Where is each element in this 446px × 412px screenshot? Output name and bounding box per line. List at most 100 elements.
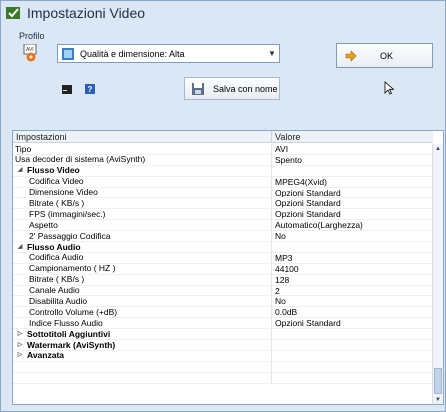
property-name-cell: Disabilita Audio xyxy=(13,296,272,307)
grid-category-row[interactable]: ▷ Sottotitoli Aggiuntivi xyxy=(13,329,433,341)
grid-property-row[interactable] xyxy=(13,361,433,373)
grid-category-row[interactable]: ◢ Flusso Audio xyxy=(13,242,433,253)
property-name-cell: Indice Flusso Audio xyxy=(13,318,272,329)
save-as-label: Salva con nome xyxy=(213,83,278,94)
grid-category-row[interactable]: ▷ Watermark (AviSynth) xyxy=(13,340,433,351)
property-name-cell: Dimensione Video xyxy=(13,187,272,198)
grid-property-row[interactable]: FPS (immagini/sec.) Opzioni Standard xyxy=(13,209,433,221)
expand-triangle-icon[interactable]: ▷ xyxy=(13,340,27,350)
profile-label: Profilo xyxy=(19,31,45,41)
scroll-down-icon[interactable]: ▼ xyxy=(433,395,443,404)
grid-property-row[interactable]: Aspetto Automatico(Larghezza) xyxy=(13,220,433,232)
property-name: Bitrate ( KB/s ) xyxy=(29,274,85,285)
grid-header: Impostazioni Valore xyxy=(13,131,433,143)
property-name: Avanzata xyxy=(27,350,65,361)
grid-property-row[interactable] xyxy=(13,372,433,384)
property-name-cell: Controllo Volume (+dB) xyxy=(13,307,272,318)
property-value[interactable]: 44100 xyxy=(272,264,433,274)
help-icon[interactable]: ? xyxy=(85,84,95,94)
ok-button[interactable]: OK xyxy=(336,43,433,68)
grid-property-row[interactable]: Indice Flusso Audio Opzioni Standard xyxy=(13,318,433,330)
property-value[interactable]: AVI xyxy=(272,144,433,154)
grid-property-row[interactable]: Codifica Video MPEG4(Xvid) xyxy=(13,176,433,188)
property-name: 2' Passaggio Codifica xyxy=(29,231,111,241)
property-name-cell: ◢ Flusso Video xyxy=(13,165,272,176)
property-value[interactable]: Opzioni Standard xyxy=(272,209,433,219)
column-header-value[interactable]: Valore xyxy=(272,131,433,142)
collapse-triangle-icon[interactable]: ◢ xyxy=(13,166,27,176)
grid-property-row[interactable]: Bitrate ( KB/s ) 128 xyxy=(13,274,433,286)
property-grid[interactable]: Impostazioni Valore Tipo AVI Usa decoder d… xyxy=(12,130,444,405)
property-name-cell: Codifica Audio xyxy=(13,252,272,263)
property-value[interactable]: Opzioni Standard xyxy=(272,188,433,198)
property-name: Tipo xyxy=(15,144,32,154)
property-value[interactable]: Opzioni Standard xyxy=(272,318,433,328)
chevron-down-icon[interactable]: ▼ xyxy=(265,45,279,62)
property-name-cell: Bitrate ( KB/s ) xyxy=(13,198,272,209)
property-name-cell: ▷ Sottotitoli Aggiuntivi xyxy=(13,329,272,340)
property-value[interactable]: No xyxy=(272,296,433,306)
property-name-cell: Tipo xyxy=(13,144,272,154)
avi-file-icon: AVI xyxy=(23,43,39,62)
vertical-scrollbar[interactable]: ▲ ▼ xyxy=(432,144,443,404)
grid-property-row[interactable]: Canale Audio 2 xyxy=(13,285,433,297)
grid-property-row[interactable]: Controllo Volume (+dB) 0.0dB xyxy=(13,307,433,319)
grid-property-row[interactable]: Disabilita Audio No xyxy=(13,296,433,308)
property-value[interactable]: No xyxy=(272,231,433,241)
property-name: Dimensione Video xyxy=(29,187,98,198)
grid-property-row[interactable]: Campionamento ( HZ ) 44100 xyxy=(13,263,433,275)
property-value[interactable]: MPEG4(Xvid) xyxy=(272,177,433,187)
grid-category-row[interactable]: ▷ Avanzata xyxy=(13,350,433,362)
property-value[interactable]: 2 xyxy=(272,286,433,296)
arrow-right-icon xyxy=(345,49,357,62)
title-bar: Impostazioni Video xyxy=(1,1,445,25)
scroll-up-icon[interactable]: ▲ xyxy=(433,144,443,154)
floppy-disk-icon xyxy=(191,82,205,96)
property-name-cell xyxy=(13,372,272,383)
grid-property-row[interactable]: Tipo AVI xyxy=(13,144,433,155)
grid-category-row[interactable]: ◢ Flusso Video xyxy=(13,165,433,177)
property-value xyxy=(272,242,433,252)
property-name: Watermark (AviSynth) xyxy=(27,340,116,350)
property-name: FPS (immagini/sec.) xyxy=(29,209,106,219)
collapse-triangle-icon[interactable]: ◢ xyxy=(13,242,27,252)
property-name-cell: Codifica Video xyxy=(13,176,272,187)
property-name: Codifica Video xyxy=(29,176,84,187)
property-name: Controllo Volume (+dB) xyxy=(29,307,118,317)
property-value[interactable]: Automatico(Larghezza) xyxy=(272,220,433,230)
property-value xyxy=(272,373,433,383)
property-name: Sottotitoli Aggiuntivi xyxy=(27,329,111,339)
property-name: Usa decoder di sistema (AviSynth) xyxy=(15,154,146,165)
property-name-cell: Aspetto xyxy=(13,220,272,231)
property-name-cell: Campionamento ( HZ ) xyxy=(13,263,272,274)
property-name: Disabilita Audio xyxy=(29,296,88,306)
expand-triangle-icon[interactable]: ▷ xyxy=(13,329,27,339)
console-icon[interactable] xyxy=(62,85,72,94)
property-value[interactable]: MP3 xyxy=(272,253,433,263)
grid-property-row[interactable]: Codifica Audio MP3 xyxy=(13,252,433,264)
expand-triangle-icon[interactable]: ▷ xyxy=(13,351,27,361)
app-icon xyxy=(5,5,21,21)
grid-property-row[interactable]: Bitrate ( KB/s ) Opzioni Standard xyxy=(13,198,433,210)
property-value[interactable]: Opzioni Standard xyxy=(272,198,433,208)
grid-property-row[interactable]: Dimensione Video Opzioni Standard xyxy=(13,187,433,199)
column-header-settings[interactable]: Impostazioni xyxy=(13,131,272,142)
property-value xyxy=(272,340,433,350)
property-value[interactable]: 128 xyxy=(272,275,433,285)
grid-property-row[interactable]: Usa decoder di sistema (AviSynth) Spento xyxy=(13,154,433,166)
profile-selected-value: Qualità e dimensione: Alta xyxy=(80,48,185,59)
property-value[interactable]: Spento xyxy=(272,155,433,165)
ok-label: OK xyxy=(379,50,393,61)
save-as-button[interactable]: Salva con nome xyxy=(184,77,280,100)
settings-window: Impostazioni Video Profilo AVI Qualità e… xyxy=(0,0,446,412)
profile-dropdown[interactable]: Qualità e dimensione: Alta ▼ xyxy=(57,44,280,63)
property-name: Indice Flusso Audio xyxy=(29,318,103,328)
property-name: Canale Audio xyxy=(29,285,80,296)
grid-property-row[interactable]: 2' Passaggio Codifica No xyxy=(13,231,433,243)
grid-rows: Tipo AVI Usa decoder di sistema (AviSynth)… xyxy=(13,144,433,384)
property-name-cell: ◢ Flusso Audio xyxy=(13,242,272,252)
property-name-cell: FPS (immagini/sec.) xyxy=(13,209,272,220)
property-value[interactable]: 0.0dB xyxy=(272,307,433,317)
mouse-cursor-icon xyxy=(384,81,395,95)
scroll-thumb[interactable] xyxy=(434,368,442,394)
